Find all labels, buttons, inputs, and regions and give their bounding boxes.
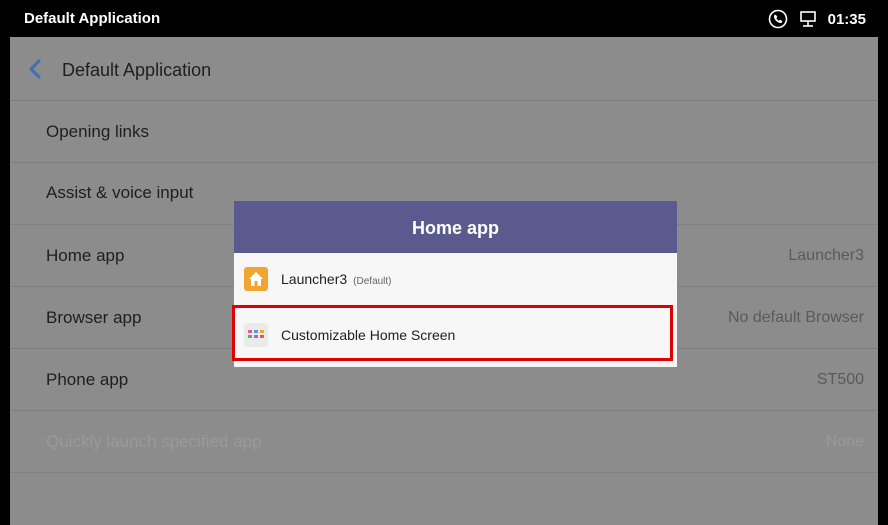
setting-row-quick-launch: Quickly launch specified app None (10, 411, 878, 473)
option-label: Launcher3 (Default) (281, 271, 392, 287)
setting-value: ST500 (816, 371, 864, 388)
page-header: Default Application (10, 37, 878, 101)
option-name: Launcher3 (281, 271, 348, 287)
status-bar: Default Application 01:35 (10, 0, 878, 37)
option-label: Customizable Home Screen (281, 327, 456, 343)
status-time: 01:35 (827, 10, 866, 28)
status-bar-title: Default Application (24, 10, 161, 27)
phone-call-icon (768, 9, 788, 29)
page-title: Default Application (62, 60, 212, 80)
home-app-dialog: Home app Launcher3 (Default) Customizabl… (234, 201, 677, 367)
setting-row-opening-links[interactable]: Opening links (10, 101, 878, 163)
grid-app-icon (244, 323, 268, 347)
setting-label: Opening links (46, 122, 150, 141)
network-icon (798, 9, 818, 29)
setting-value: None (825, 433, 864, 450)
dialog-title: Home app (234, 201, 677, 253)
setting-value: No default Browser (727, 309, 864, 326)
screen: Default Application 01:35 Default Applic… (10, 0, 878, 525)
chevron-left-icon[interactable] (28, 59, 42, 79)
setting-label: Browser app (46, 308, 142, 327)
status-bar-right: 01:35 (768, 8, 866, 30)
setting-label: Assist & voice input (46, 183, 194, 202)
dialog-option-launcher3[interactable]: Launcher3 (Default) (234, 253, 677, 306)
home-launcher-icon (244, 267, 268, 291)
setting-label: Home app (46, 246, 125, 265)
divider (234, 306, 677, 307)
setting-label: Phone app (46, 370, 129, 389)
default-tag: (Default) (353, 276, 392, 287)
setting-value: Launcher3 (788, 247, 864, 264)
dialog-option-customizable-home[interactable]: Customizable Home Screen (234, 309, 677, 362)
setting-label: Quickly launch specified app (46, 432, 262, 451)
